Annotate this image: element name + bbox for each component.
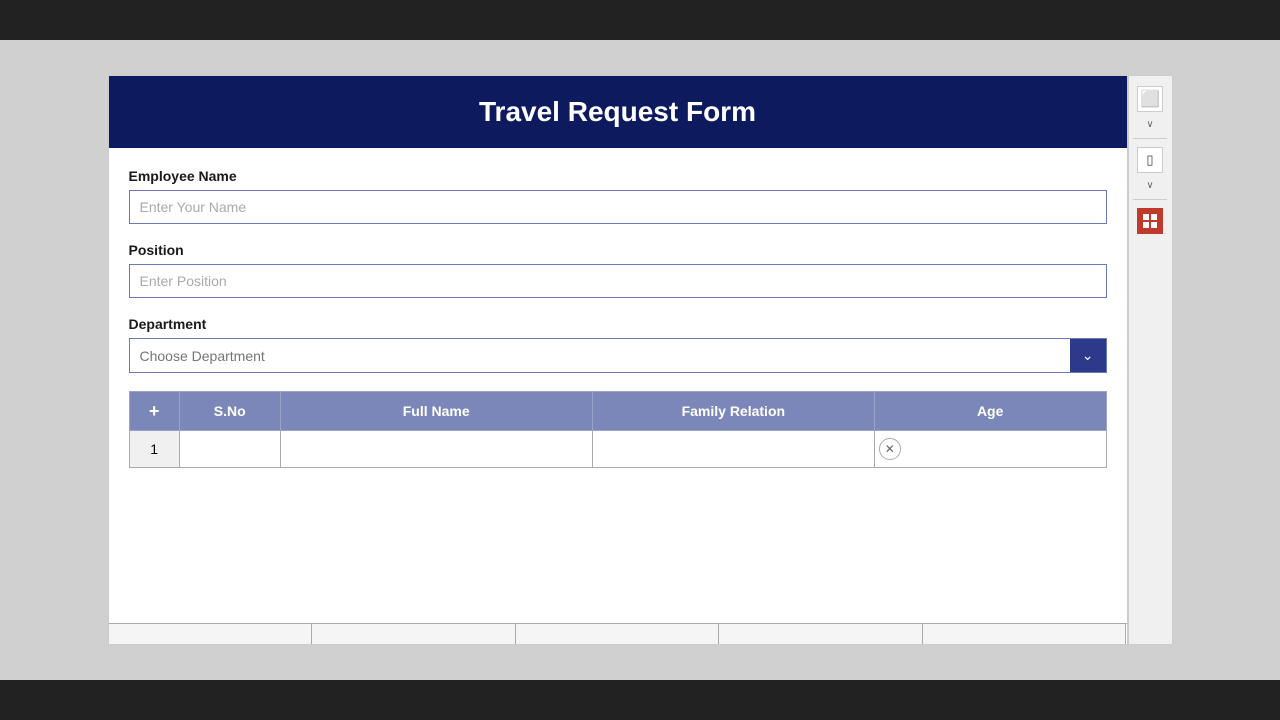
add-column-header: + [129, 392, 179, 431]
fullname-column-header: Full Name [280, 392, 592, 431]
bottom-hint-row [109, 623, 1127, 644]
grid-icon[interactable] [1137, 208, 1163, 234]
mobile-icon[interactable]: ▯ [1137, 147, 1163, 173]
relation-column-header: Family Relation [592, 392, 874, 431]
form-title: Travel Request Form [479, 96, 756, 127]
department-select-wrapper: ⌄ [129, 338, 1107, 373]
employee-name-label: Employee Name [129, 168, 1107, 184]
sno-column-header: S.No [179, 392, 280, 431]
chevron-down-icon-monitor[interactable]: ∨ [1142, 118, 1158, 130]
bottom-cell-4 [719, 624, 923, 644]
department-input[interactable] [130, 339, 1070, 372]
top-bar [0, 0, 1280, 40]
department-group: Department ⌄ [129, 316, 1107, 373]
bottom-bar [0, 680, 1280, 720]
sno-input[interactable] [134, 435, 175, 463]
employee-name-group: Employee Name [129, 168, 1107, 224]
family-table: + S.No Full Name Family Relation Age [129, 391, 1107, 468]
bottom-cell-2 [312, 624, 516, 644]
form-body: Employee Name Position Department ⌄ [109, 148, 1127, 623]
side-panel: ⬜ ∨ ▯ ∨ [1128, 75, 1173, 645]
bottom-cell-1 [109, 624, 313, 644]
chevron-down-icon-mobile[interactable]: ∨ [1142, 179, 1158, 191]
delete-row-button[interactable]: ✕ [879, 438, 901, 460]
age-input[interactable] [597, 435, 870, 463]
table-row: ✕ [129, 431, 1106, 468]
fullname-input[interactable] [184, 435, 276, 463]
employee-name-input[interactable] [129, 190, 1107, 224]
form-container: Travel Request Form Employee Name Positi… [108, 75, 1128, 645]
form-header: Travel Request Form [109, 76, 1127, 148]
position-group: Position [129, 242, 1107, 298]
bottom-cell-5 [923, 624, 1127, 644]
position-input[interactable] [129, 264, 1107, 298]
relation-input[interactable] [285, 435, 588, 463]
side-divider-1 [1133, 138, 1167, 139]
bottom-cell-3 [516, 624, 720, 644]
department-dropdown-button[interactable]: ⌄ [1070, 339, 1106, 372]
sno-cell [129, 431, 179, 468]
delete-cell: ✕ [874, 431, 1106, 468]
table-header: + S.No Full Name Family Relation Age [129, 392, 1106, 431]
side-divider-2 [1133, 199, 1167, 200]
family-table-group: + S.No Full Name Family Relation Age [129, 391, 1107, 468]
chevron-down-icon: ⌄ [1082, 347, 1094, 364]
age-column-header: Age [874, 392, 1106, 431]
age-cell [592, 431, 874, 468]
department-label: Department [129, 316, 1107, 332]
add-row-button[interactable]: + [149, 402, 160, 420]
relation-cell [280, 431, 592, 468]
position-label: Position [129, 242, 1107, 258]
monitor-icon[interactable]: ⬜ [1137, 86, 1163, 112]
fullname-cell [179, 431, 280, 468]
